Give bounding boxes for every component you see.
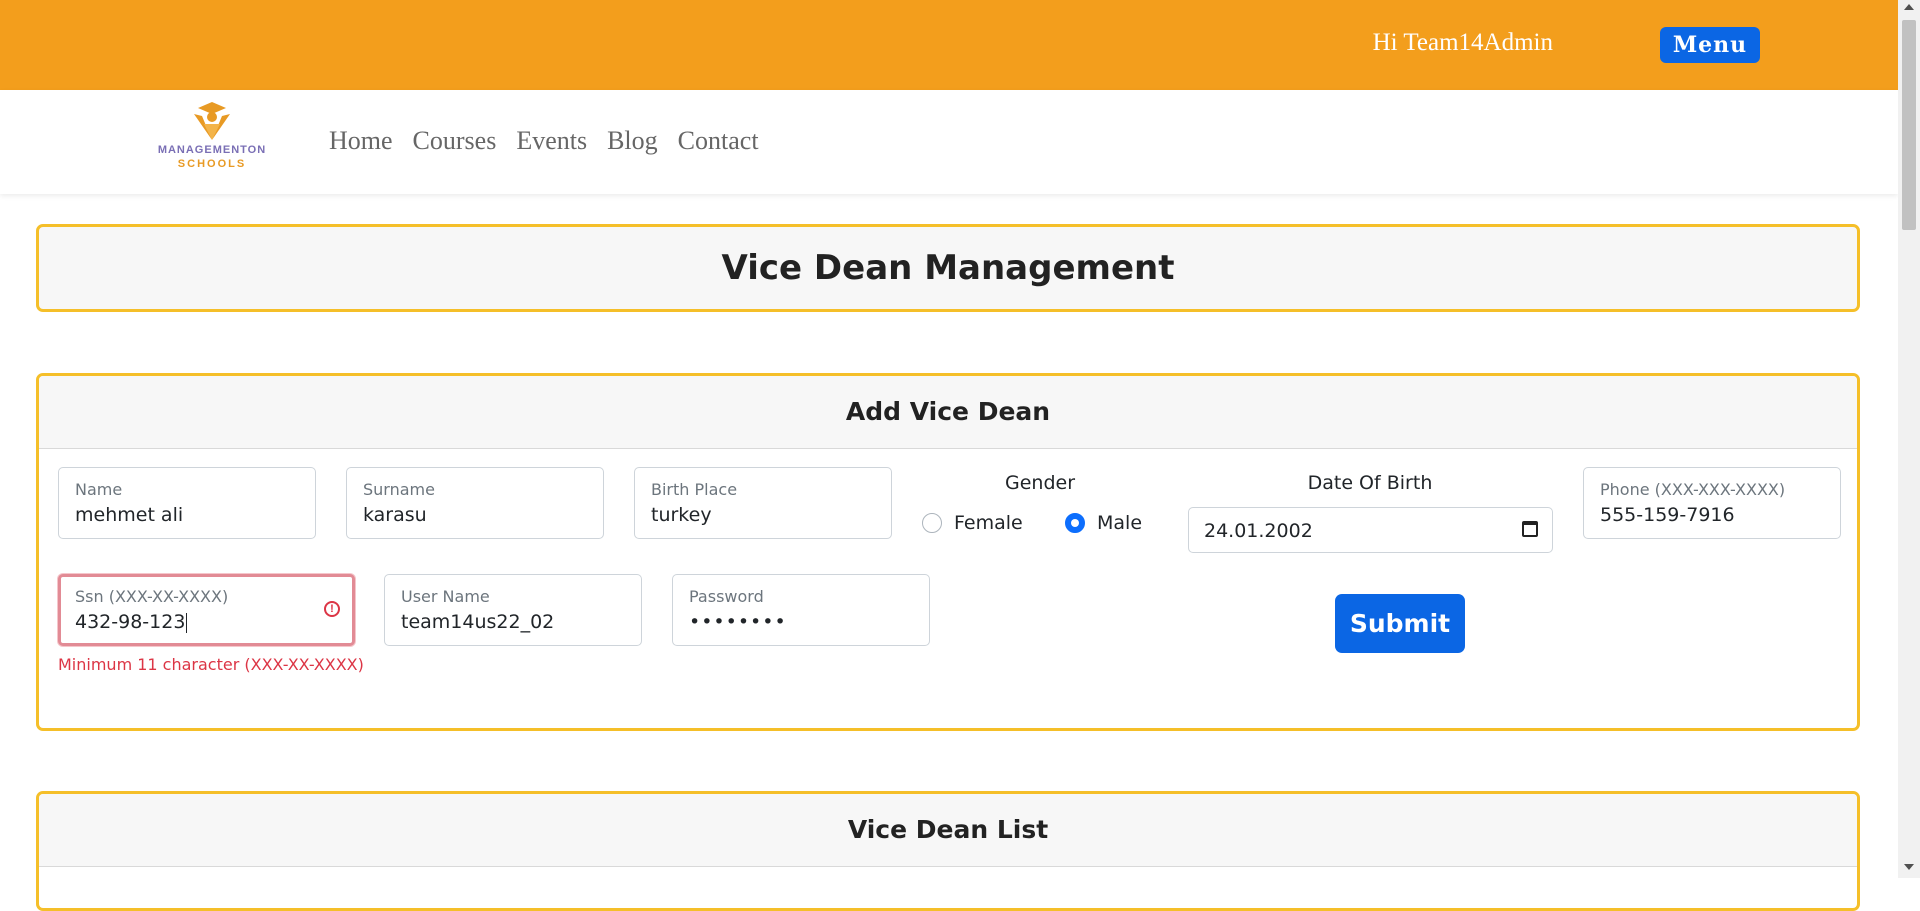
name-field[interactable]: Name mehmet ali (58, 467, 316, 539)
female-radio[interactable] (922, 513, 942, 533)
nav-contact[interactable]: Contact (678, 126, 759, 156)
ssn-error-message: Minimum 11 character (XXX-XX-XXXX) (58, 655, 364, 674)
password-label: Password (689, 587, 764, 606)
male-label: Male (1097, 512, 1143, 534)
vice-dean-list-panel: Vice Dean List (36, 791, 1860, 911)
brand-name: MANAGEMENTON (157, 144, 267, 156)
nav-links: Home Courses Events Blog Contact (329, 126, 759, 156)
password-field[interactable]: Password •••••••• (672, 574, 930, 646)
ssn-value-text: 432-98-123 (75, 611, 186, 633)
scroll-thumb[interactable] (1902, 20, 1916, 230)
dob-value: 24.01.2002 (1204, 520, 1313, 542)
scroll-up-icon[interactable] (1904, 4, 1914, 10)
gender-female-option[interactable]: Female (922, 512, 1023, 534)
birth-place-value: turkey (651, 504, 712, 526)
surname-value: karasu (363, 504, 427, 526)
calendar-icon[interactable] (1522, 521, 1538, 537)
birth-place-field[interactable]: Birth Place turkey (634, 467, 892, 539)
page-title-panel: Vice Dean Management (36, 224, 1860, 312)
gender-male-option[interactable]: Male (1065, 512, 1142, 534)
gender-label: Gender (1004, 472, 1076, 494)
birth-place-label: Birth Place (651, 480, 738, 499)
username-value: team14us22_02 (401, 611, 555, 633)
name-value: mehmet ali (75, 504, 184, 526)
page-scrollbar[interactable] (1898, 0, 1920, 878)
ssn-label: Ssn (XXX-XX-XXXX) (75, 587, 229, 606)
username-field[interactable]: User Name team14us22_02 (384, 574, 642, 646)
top-bar: Hi Team14Admin Menu (0, 0, 1898, 90)
menu-button[interactable]: Menu (1660, 27, 1760, 63)
scroll-down-icon[interactable] (1904, 864, 1914, 870)
username-label: User Name (401, 587, 490, 606)
password-value: •••••••• (689, 611, 787, 633)
ssn-value: 432-98-123 (75, 611, 188, 633)
male-radio[interactable] (1065, 513, 1085, 533)
vice-dean-list-title: Vice Dean List (39, 794, 1857, 867)
nav-courses[interactable]: Courses (413, 126, 497, 156)
nav-blog[interactable]: Blog (607, 126, 658, 156)
add-vice-dean-title: Add Vice Dean (39, 376, 1857, 449)
logo-icon (194, 102, 230, 140)
surname-label: Surname (363, 480, 435, 499)
brand-subtitle: SCHOOLS (177, 158, 247, 170)
phone-field[interactable]: Phone (XXX-XXX-XXXX) 555-159-7916 (1583, 467, 1841, 539)
text-caret (186, 612, 188, 633)
error-icon: ! (324, 601, 340, 617)
phone-label: Phone (XXX-XXX-XXXX) (1600, 480, 1786, 499)
brand-logo[interactable]: MANAGEMENTON SCHOOLS (146, 100, 278, 176)
phone-value: 555-159-7916 (1600, 504, 1735, 526)
surname-field[interactable]: Surname karasu (346, 467, 604, 539)
dob-label: Date Of Birth (1307, 472, 1433, 494)
page-title: Vice Dean Management (721, 248, 1175, 288)
nav-bar (0, 90, 1898, 194)
nav-events[interactable]: Events (516, 126, 587, 156)
nav-home[interactable]: Home (329, 126, 393, 156)
name-label: Name (75, 480, 123, 499)
add-vice-dean-panel: Add Vice Dean (36, 373, 1860, 731)
female-label: Female (954, 512, 1023, 534)
submit-button[interactable]: Submit (1335, 594, 1465, 653)
user-greeting: Hi Team14Admin (1372, 29, 1553, 56)
dob-input[interactable]: 24.01.2002 (1188, 507, 1553, 553)
ssn-field[interactable]: Ssn (XXX-XX-XXXX) 432-98-123 ! (58, 574, 355, 646)
